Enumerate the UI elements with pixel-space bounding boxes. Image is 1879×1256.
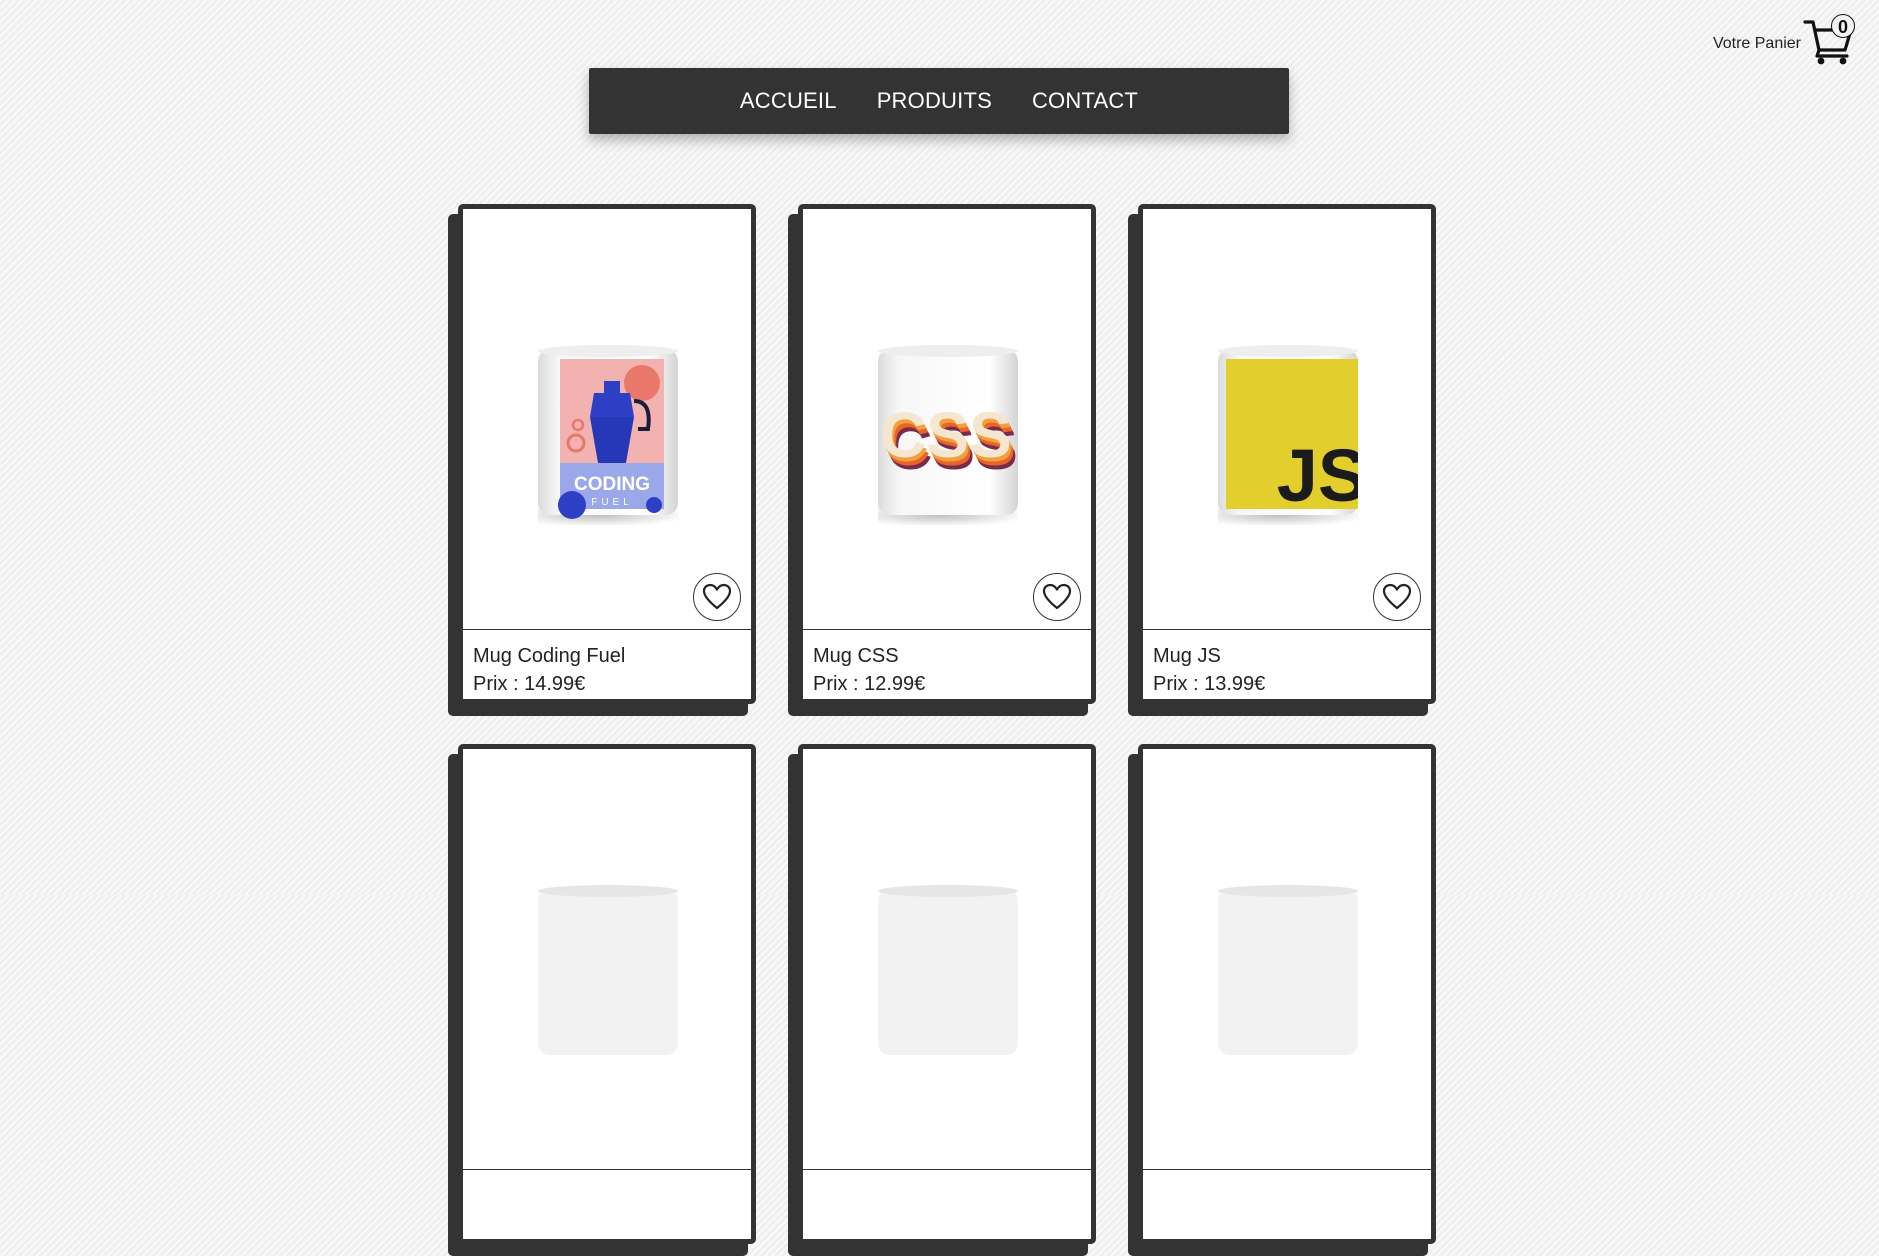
cart-button[interactable]: Votre Panier 0: [1713, 14, 1857, 66]
product-image: [463, 749, 751, 1170]
product-card[interactable]: JS Mug JS Prix : 13.99€: [1138, 204, 1436, 704]
cart-label: Votre Panier: [1712, 35, 1801, 52]
cart-icon-container[interactable]: 0: [1803, 14, 1857, 66]
product-card-wrapper: JS Mug JS Prix : 13.99€: [1128, 204, 1440, 716]
nav-link-accueil[interactable]: ACCUEIL: [740, 88, 837, 114]
product-image: JS: [1143, 209, 1431, 630]
product-price: Prix : 13.99€: [1153, 673, 1266, 695]
mug-image: [878, 885, 1018, 1055]
product-card-wrapper: CSS CSS CSS CSS Mug CSS Prix : 12.99€: [788, 204, 1100, 716]
mug-css-image: CSS CSS CSS CSS: [878, 345, 1018, 525]
main-nav: ACCUEIL PRODUITS CONTACT: [589, 68, 1289, 134]
product-name: Mug JS: [1153, 645, 1221, 667]
product-card[interactable]: CSS CSS CSS CSS Mug CSS Prix : 12.99€: [798, 204, 1096, 704]
product-info: Mug CSS Prix : 12.99€: [803, 630, 1091, 698]
heart-icon: [702, 583, 732, 610]
cart-count-badge: 0: [1831, 14, 1855, 38]
product-card-wrapper: [448, 744, 760, 1256]
favorite-button[interactable]: [1033, 573, 1081, 621]
product-price: Prix : 14.99€: [473, 673, 586, 695]
mug-image: [538, 885, 678, 1055]
product-card[interactable]: CODING FUEL Mug Coding Fuel Prix : 14.99…: [458, 204, 756, 704]
product-price: Prix : 12.99€: [813, 673, 926, 695]
product-card[interactable]: [798, 744, 1096, 1244]
favorite-button[interactable]: [693, 573, 741, 621]
product-info: Mug JS Prix : 13.99€: [1143, 630, 1431, 698]
product-card[interactable]: [1138, 744, 1436, 1244]
product-name: Mug Coding Fuel: [473, 645, 626, 667]
product-card-wrapper: [1128, 744, 1440, 1256]
product-image: CODING FUEL: [463, 209, 751, 630]
heart-icon: [1382, 583, 1412, 610]
mug-text: CSS: [880, 399, 1012, 471]
product-image: [1143, 749, 1431, 1170]
mug-js-image: JS: [1218, 345, 1358, 525]
mug-coding-fuel-image: CODING FUEL: [538, 345, 678, 525]
product-card[interactable]: [458, 744, 756, 1244]
product-image: CSS CSS CSS CSS: [803, 209, 1091, 630]
mug-image: [1218, 885, 1358, 1055]
product-info: Mug Coding Fuel Prix : 14.99€: [463, 630, 751, 698]
favorite-button[interactable]: [1373, 573, 1421, 621]
mug-text: JS: [1277, 434, 1358, 517]
nav-link-contact[interactable]: CONTACT: [1032, 88, 1138, 114]
product-card-wrapper: CODING FUEL Mug Coding Fuel Prix : 14.99…: [448, 204, 760, 716]
product-card-wrapper: [788, 744, 1100, 1256]
mug-subtext: FUEL: [591, 497, 633, 508]
mug-text: CODING: [574, 474, 650, 495]
product-image: [803, 749, 1091, 1170]
product-name: Mug CSS: [813, 645, 899, 667]
heart-icon: [1042, 583, 1072, 610]
nav-link-produits[interactable]: PRODUITS: [877, 88, 992, 114]
